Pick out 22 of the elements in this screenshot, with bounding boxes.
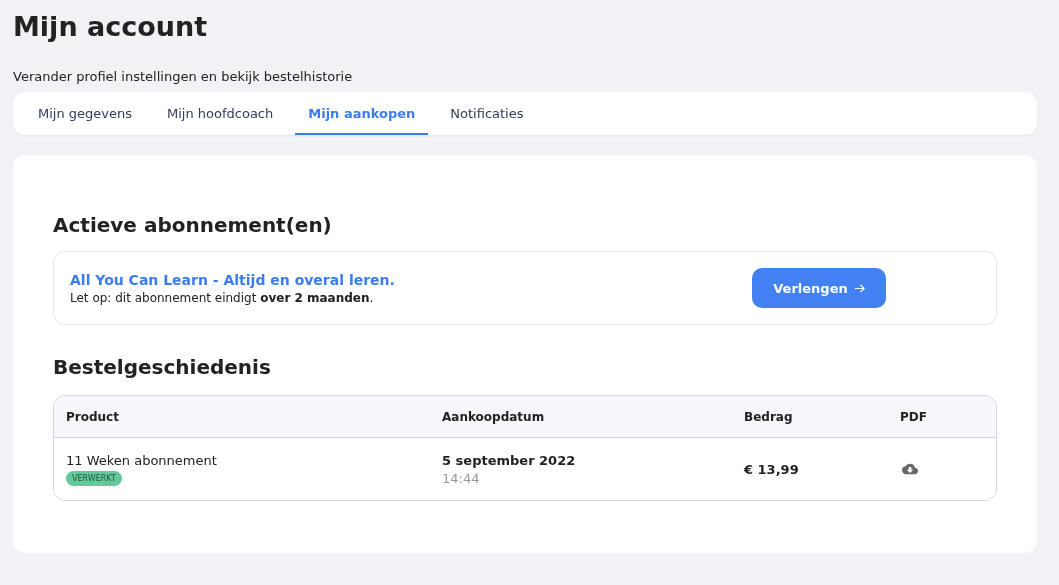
subscription-note: Let op: dit abonnement eindigt over 2 maanden. <box>70 290 375 305</box>
product-name: 11 Weken abonnement <box>66 452 217 468</box>
tab[interactable]: Notificaties <box>437 92 537 135</box>
order-time: 14:44 <box>442 470 480 486</box>
column-header: PDF <box>900 409 928 424</box>
tab[interactable]: Mijn hoofdcoach <box>154 92 287 135</box>
section-heading: Actieve abonnement(en) <box>53 213 333 237</box>
renew-button[interactable]: Verlengen <box>752 268 886 308</box>
status-badge: VERWERKT <box>66 470 122 486</box>
column-header: Bedrag <box>744 409 794 424</box>
tab[interactable]: Mijn aankopen <box>295 92 429 135</box>
subscription-name: All You Can Learn - Altijd en overal leren. <box>70 271 395 288</box>
cloud-download-icon[interactable] <box>902 461 918 477</box>
section-heading: Bestelgeschiedenis <box>53 355 272 379</box>
page-subtitle: Verander profiel instellingen en bekijk bestelhistorie <box>13 69 354 84</box>
order-amount: € 13,99 <box>744 461 799 477</box>
arrow-right-icon <box>853 282 865 294</box>
page-title: Mijn account <box>13 10 209 44</box>
order-date: 5 september 2022 <box>442 452 576 468</box>
column-header: Aankoopdatum <box>442 409 546 424</box>
column-header: Product <box>66 409 120 424</box>
tab[interactable]: Mijn gegevens <box>25 92 145 135</box>
